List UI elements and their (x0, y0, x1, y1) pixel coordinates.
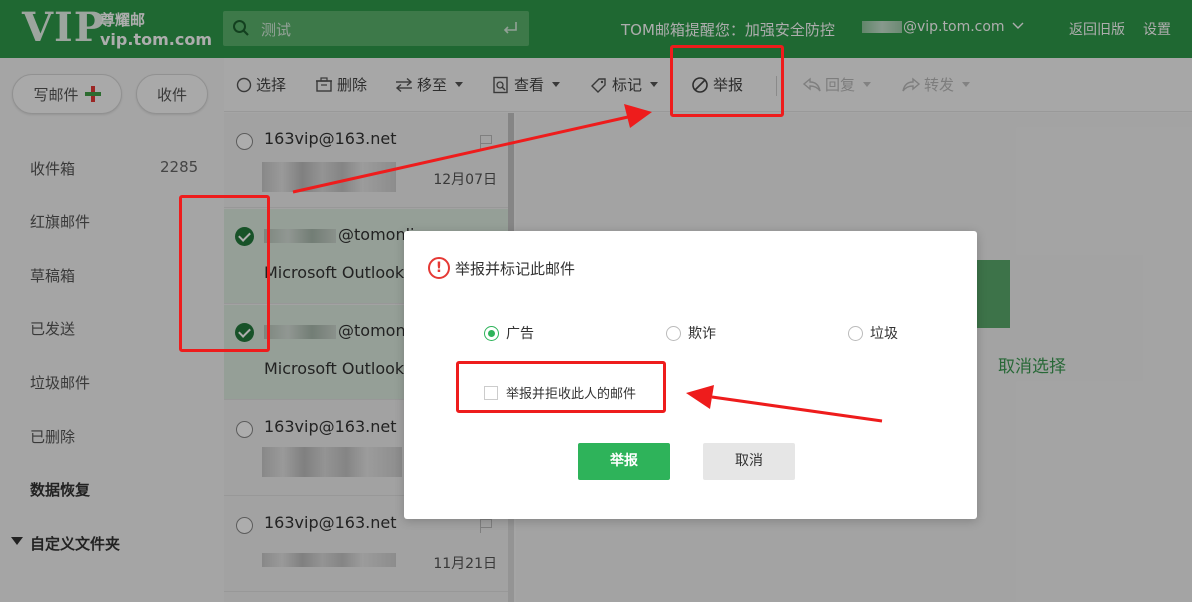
arrowhead-icon (624, 104, 652, 128)
annotation-arrows (292, 104, 883, 423)
annotation-arrow (711, 395, 883, 423)
arrowhead-icon (686, 385, 714, 409)
annotation-arrow (292, 115, 629, 194)
